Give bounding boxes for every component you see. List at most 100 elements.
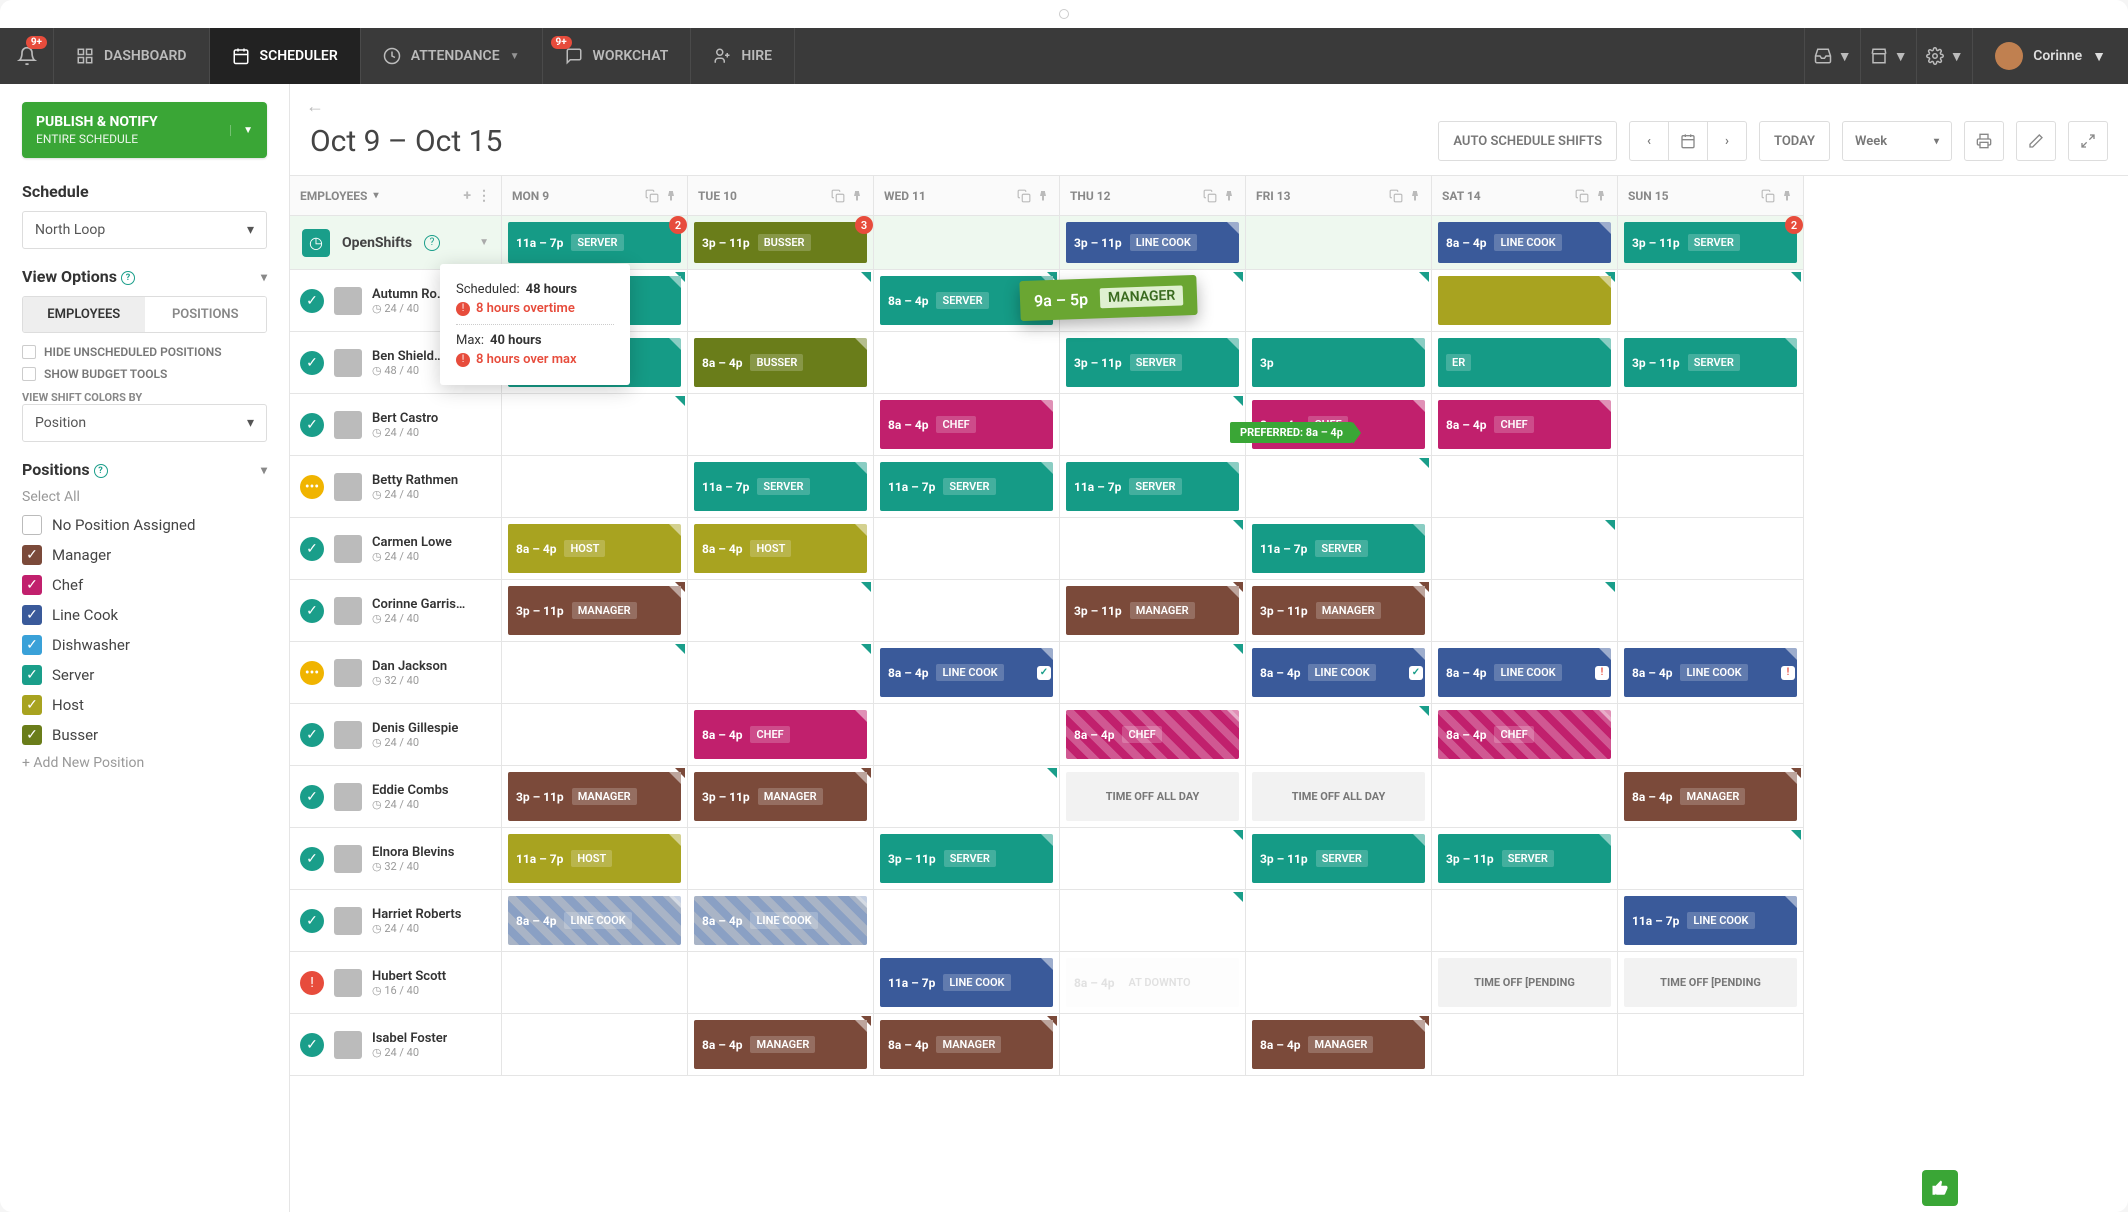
shift-slot[interactable]: 3p – 11pSERVER bbox=[1060, 332, 1246, 394]
shift-block[interactable]: TIME OFF ALL DAY bbox=[1252, 772, 1425, 821]
day-header[interactable]: SAT 14 bbox=[1432, 176, 1618, 216]
show-budget-checkbox[interactable]: SHOW BUDGET TOOLS bbox=[22, 367, 267, 381]
pin-icon[interactable] bbox=[1037, 189, 1049, 203]
copy-day-icon[interactable] bbox=[1761, 189, 1775, 203]
shift-slot[interactable]: ER bbox=[1432, 332, 1618, 394]
empty-slot[interactable] bbox=[688, 642, 874, 704]
position-filter-server[interactable]: ✓Server bbox=[22, 665, 267, 685]
empty-slot[interactable] bbox=[502, 456, 688, 518]
shift-slot[interactable]: 8a – 4pLINE COOK bbox=[502, 890, 688, 952]
shift-slot[interactable] bbox=[1432, 270, 1618, 332]
shift-slot[interactable]: 11a – 7pSERVER bbox=[1246, 518, 1432, 580]
empty-slot[interactable] bbox=[502, 952, 688, 1014]
location-select[interactable]: North Loop ▾ bbox=[22, 211, 267, 249]
empty-slot[interactable] bbox=[1060, 890, 1246, 952]
shift-slot[interactable]: TIME OFF [PENDING bbox=[1618, 952, 1804, 1014]
shift-slot[interactable]: 3p – 11pMANAGER bbox=[1060, 580, 1246, 642]
pin-icon[interactable] bbox=[1409, 189, 1421, 203]
shift-block[interactable]: 8a – 4pBUSSER bbox=[694, 338, 867, 387]
open-shift[interactable]: 11a – 7pSERVER2 bbox=[508, 222, 681, 263]
employee-cell[interactable]: •••Dan Jackson◷ 32 / 40 bbox=[290, 642, 502, 704]
shift-block[interactable]: 3p – 11pMANAGER bbox=[1066, 586, 1239, 635]
day-header[interactable]: WED 11 bbox=[874, 176, 1060, 216]
shift-slot[interactable]: 8a – 4pCHEF bbox=[1432, 394, 1618, 456]
shift-block[interactable]: TIME OFF [PENDING bbox=[1624, 958, 1797, 1007]
open-shift[interactable]: 3p – 11pSERVER2 bbox=[1624, 222, 1797, 263]
shift-block[interactable]: 3p bbox=[1252, 338, 1425, 387]
empty-slot[interactable] bbox=[1432, 580, 1618, 642]
more-icon[interactable]: ⋮ bbox=[477, 188, 491, 204]
employee-cell[interactable]: •••Betty Rathmen◷ 24 / 40 bbox=[290, 456, 502, 518]
empty-slot[interactable] bbox=[688, 580, 874, 642]
shift-slot[interactable]: 3p – 11pSERVER bbox=[1432, 828, 1618, 890]
position-filter-chef[interactable]: ✓Chef bbox=[22, 575, 267, 595]
empty-slot[interactable] bbox=[502, 394, 688, 456]
empty-slot[interactable] bbox=[1432, 1014, 1618, 1076]
shift-block[interactable]: 3p – 11pSERVER bbox=[1438, 834, 1611, 883]
open-shift[interactable]: 8a – 4pLINE COOK bbox=[1438, 222, 1611, 263]
pin-icon[interactable] bbox=[1223, 189, 1235, 203]
shift-slot[interactable]: 3p – 11pSERVER bbox=[874, 828, 1060, 890]
next-button[interactable]: › bbox=[1707, 121, 1747, 161]
shift-block[interactable] bbox=[1438, 276, 1611, 325]
shift-block[interactable]: 8a – 4pHOST bbox=[694, 524, 867, 573]
open-shift[interactable]: 3p – 11pLINE COOK bbox=[1066, 222, 1239, 263]
empty-slot[interactable] bbox=[1618, 270, 1804, 332]
add-employee-icon[interactable]: + bbox=[463, 188, 471, 204]
shift-slot[interactable]: 11a – 7pLINE COOK bbox=[1618, 890, 1804, 952]
copy-day-icon[interactable] bbox=[645, 189, 659, 203]
open-slot[interactable]: 3p – 11pLINE COOK bbox=[1060, 216, 1246, 270]
shift-block[interactable]: 8a – 4pAT DOWNTO bbox=[1066, 958, 1239, 1007]
position-filter-dish[interactable]: ✓Dishwasher bbox=[22, 635, 267, 655]
shift-slot[interactable]: 3p – 11pMANAGER bbox=[502, 766, 688, 828]
shift-block[interactable]: 3p – 11pSERVER bbox=[1252, 834, 1425, 883]
view-select[interactable]: Week▾ bbox=[1842, 121, 1952, 161]
empty-slot[interactable] bbox=[874, 704, 1060, 766]
back-button[interactable]: ← bbox=[290, 84, 2128, 117]
position-filter-manager[interactable]: ✓Manager bbox=[22, 545, 267, 565]
edit-button[interactable] bbox=[2016, 121, 2056, 161]
inbox-button[interactable]: ▼ bbox=[1804, 28, 1860, 84]
nav-hire[interactable]: HIRE bbox=[691, 28, 795, 84]
shift-block[interactable]: 8a – 4pHOST bbox=[508, 524, 681, 573]
shift-slot[interactable]: 3p – 11pMANAGER bbox=[502, 580, 688, 642]
publish-button[interactable]: PUBLISH & NOTIFY ENTIRE SCHEDULE ▼ bbox=[22, 102, 267, 158]
shift-slot[interactable]: 11a – 7pSERVER bbox=[688, 456, 874, 518]
empty-slot[interactable] bbox=[1246, 456, 1432, 518]
shift-slot[interactable]: 8a – 4pBUSSER bbox=[688, 332, 874, 394]
shift-slot[interactable]: 8a – 4pLINE COOK! bbox=[1618, 642, 1804, 704]
view-options-title[interactable]: View Options ? ▾ bbox=[22, 267, 267, 286]
shift-slot[interactable]: 11a – 7pHOST bbox=[502, 828, 688, 890]
shift-slot[interactable]: TIME OFF ALL DAY bbox=[1060, 766, 1246, 828]
shift-slot[interactable]: 8a – 4pAT DOWNTO bbox=[1060, 952, 1246, 1014]
store-button[interactable]: ▼ bbox=[1860, 28, 1916, 84]
add-new-position[interactable]: + Add New Position bbox=[22, 755, 267, 771]
shift-slot[interactable]: 8a – 4pMANAGER bbox=[1618, 766, 1804, 828]
shift-block[interactable]: 11a – 7pSERVER bbox=[1252, 524, 1425, 573]
copy-day-icon[interactable] bbox=[1389, 189, 1403, 203]
shift-slot[interactable]: 8a – 4pLINE COOK bbox=[688, 890, 874, 952]
shift-slot[interactable]: 8a – 4pLINE COOK✓ bbox=[874, 642, 1060, 704]
seg-employees[interactable]: EMPLOYEES bbox=[23, 297, 145, 332]
open-slot[interactable]: 3p – 11pSERVER2 bbox=[1618, 216, 1804, 270]
day-header[interactable]: MON 9 bbox=[502, 176, 688, 216]
shift-block[interactable]: 3p – 11pMANAGER bbox=[508, 586, 681, 635]
empty-slot[interactable] bbox=[502, 1014, 688, 1076]
positions-section-title[interactable]: Positions ? ▾ bbox=[22, 460, 267, 479]
settings-button[interactable]: ▼ bbox=[1916, 28, 1972, 84]
shift-block[interactable]: 8a – 4pMANAGER bbox=[1624, 772, 1797, 821]
copy-day-icon[interactable] bbox=[831, 189, 845, 203]
select-all-positions[interactable]: Select All bbox=[22, 489, 267, 505]
empty-slot[interactable] bbox=[1060, 642, 1246, 704]
shift-block[interactable]: 8a – 4pMANAGER bbox=[880, 1020, 1053, 1069]
shift-block[interactable]: 8a – 4pMANAGER bbox=[694, 1020, 867, 1069]
open-shift[interactable]: 3p – 11pBUSSER3 bbox=[694, 222, 867, 263]
shift-block[interactable]: 8a – 4pLINE COOK! bbox=[1438, 648, 1611, 697]
shift-block[interactable]: 8a – 4pLINE COOK✓ bbox=[880, 648, 1053, 697]
copy-day-icon[interactable] bbox=[1575, 189, 1589, 203]
shift-block[interactable]: 8a – 4pCHEF bbox=[1438, 400, 1611, 449]
employee-cell[interactable]: ✓Carmen Lowe◷ 24 / 40 bbox=[290, 518, 502, 580]
dragging-shift[interactable]: 9a – 5pMANAGER bbox=[1019, 275, 1198, 321]
help-icon[interactable]: ? bbox=[94, 464, 108, 478]
empty-slot[interactable] bbox=[688, 394, 874, 456]
